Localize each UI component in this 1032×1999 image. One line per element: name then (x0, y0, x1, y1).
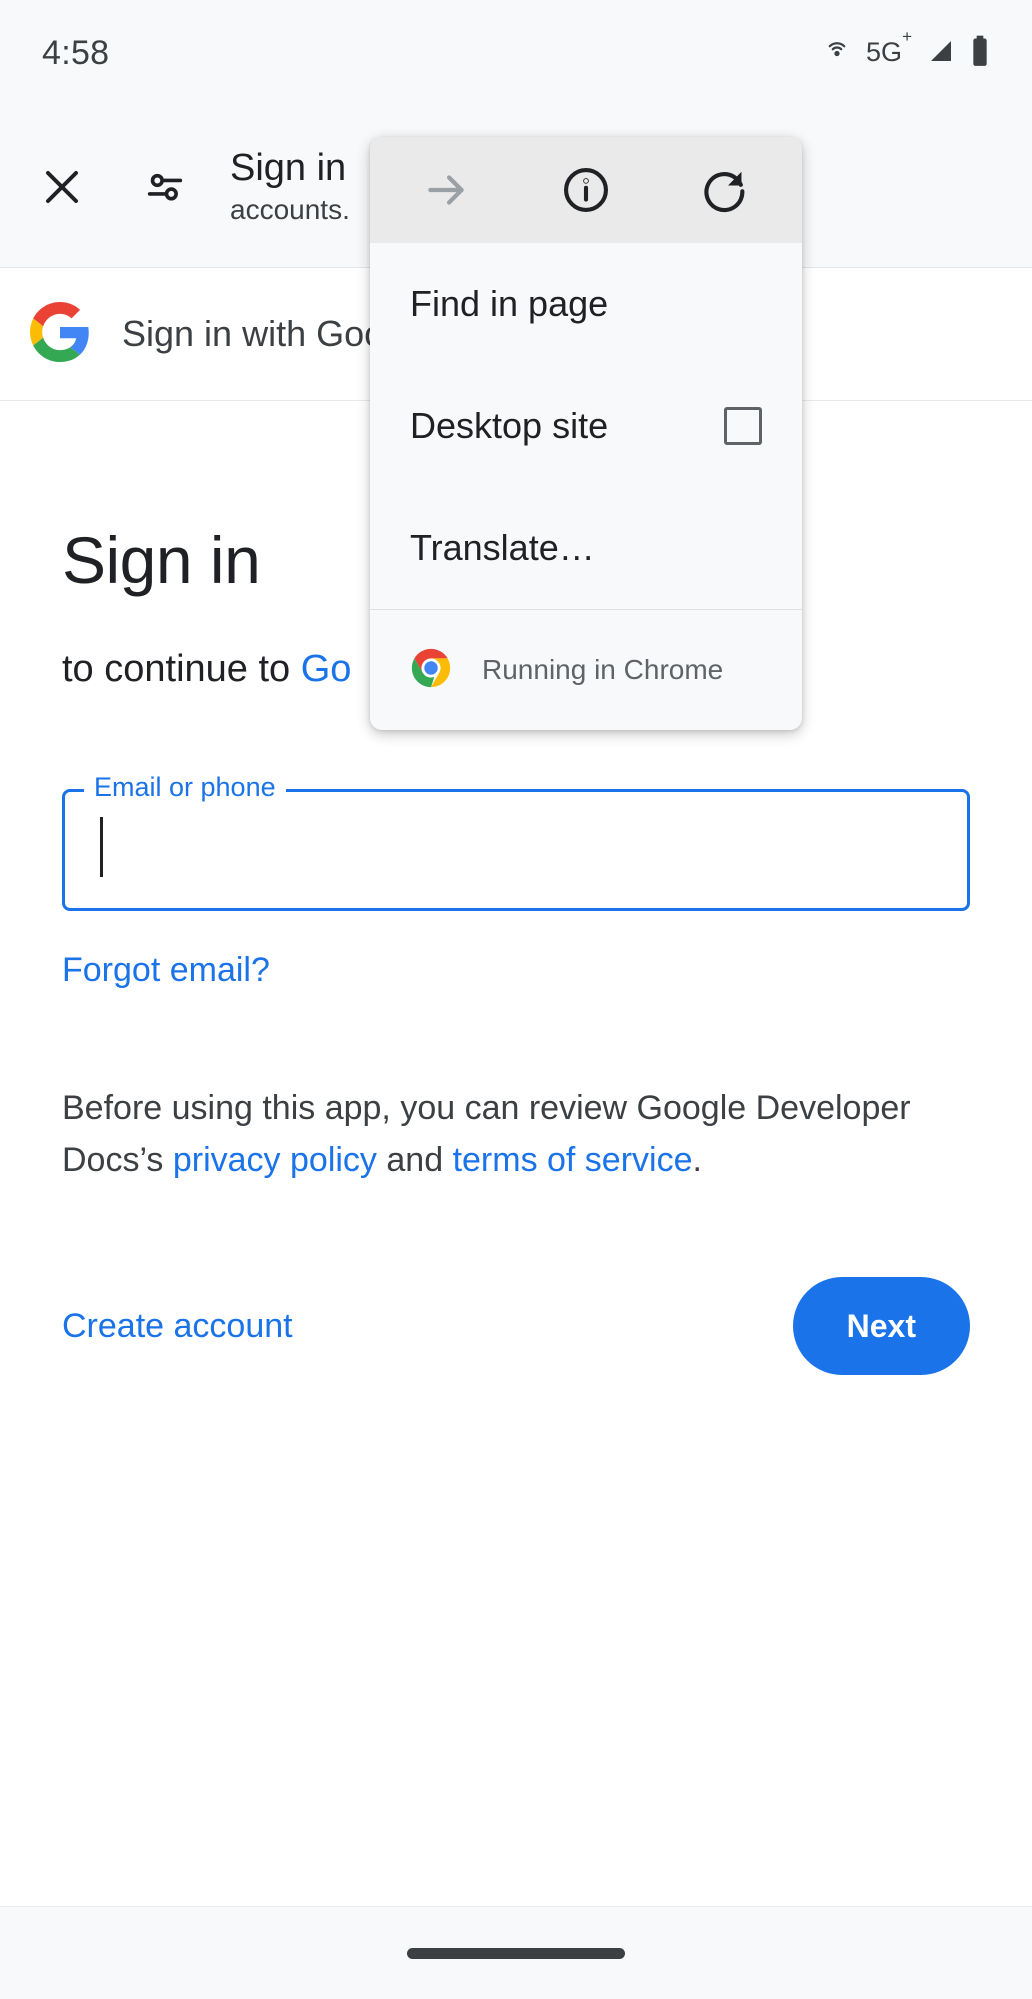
continue-to-app-link[interactable]: Go (301, 648, 352, 690)
policy-text: Before using this app, you can review Go… (62, 1082, 970, 1186)
email-field[interactable]: Email or phone (62, 770, 970, 911)
running-in-chrome-label: Running in Chrome (482, 654, 724, 685)
menu-item-desktop-site[interactable]: Desktop site (370, 365, 802, 487)
home-gesture-handle[interactable] (407, 1947, 625, 1959)
status-bar: 4:58 5G+ (0, 0, 1032, 106)
google-g-logo-icon (30, 301, 90, 367)
menu-item-label: Desktop site (410, 405, 609, 446)
menu-item-translate[interactable]: Translate… (370, 487, 802, 609)
privacy-policy-link[interactable]: privacy policy (173, 1141, 377, 1179)
text-cursor (100, 817, 103, 877)
email-input[interactable] (95, 829, 903, 871)
terms-of-service-link[interactable]: terms of service (453, 1141, 693, 1179)
continue-to-prefix: to continue to (62, 648, 301, 690)
sign-in-with-google-label: Sign in with Goo (122, 313, 385, 354)
info-icon[interactable] (543, 147, 629, 233)
policy-suffix: . (692, 1141, 702, 1179)
forgot-email-link[interactable]: Forgot email? (62, 951, 270, 990)
form-actions: Create account Next (62, 1276, 970, 1376)
menu-icon-row (370, 137, 802, 243)
toolbar-titles: Sign in accounts. (230, 145, 350, 229)
chrome-logo-icon (408, 645, 454, 696)
desktop-site-checkbox[interactable] (724, 407, 762, 445)
page-info-button[interactable] (122, 144, 208, 230)
status-bar-clock: 4:58 (42, 33, 110, 72)
running-in-chrome-row[interactable]: Running in Chrome (370, 610, 802, 730)
status-bar-icons: 5G+ (822, 27, 990, 72)
signal-icon (926, 36, 956, 71)
network-type-label: 5G+ (866, 27, 912, 67)
create-account-link[interactable]: Create account (62, 1307, 293, 1346)
hotspot-icon (822, 36, 852, 71)
policy-middle: and (376, 1141, 453, 1179)
reload-icon[interactable] (682, 147, 768, 233)
menu-item-find-in-page[interactable]: Find in page (370, 243, 802, 365)
close-button[interactable] (14, 139, 110, 235)
chrome-overflow-menu: Find in page Desktop site Translate… Run… (370, 137, 802, 730)
forward-icon[interactable] (404, 147, 490, 233)
next-button[interactable]: Next (792, 1277, 970, 1375)
page-origin: accounts. (230, 193, 350, 225)
email-field-outline (62, 789, 970, 911)
android-navigation-bar (0, 1906, 1032, 1999)
battery-icon (970, 35, 990, 72)
page-title: Sign in (230, 146, 347, 189)
email-field-label: Email or phone (84, 770, 286, 804)
menu-item-label: Find in page (410, 283, 609, 324)
menu-item-label: Translate… (410, 527, 595, 568)
